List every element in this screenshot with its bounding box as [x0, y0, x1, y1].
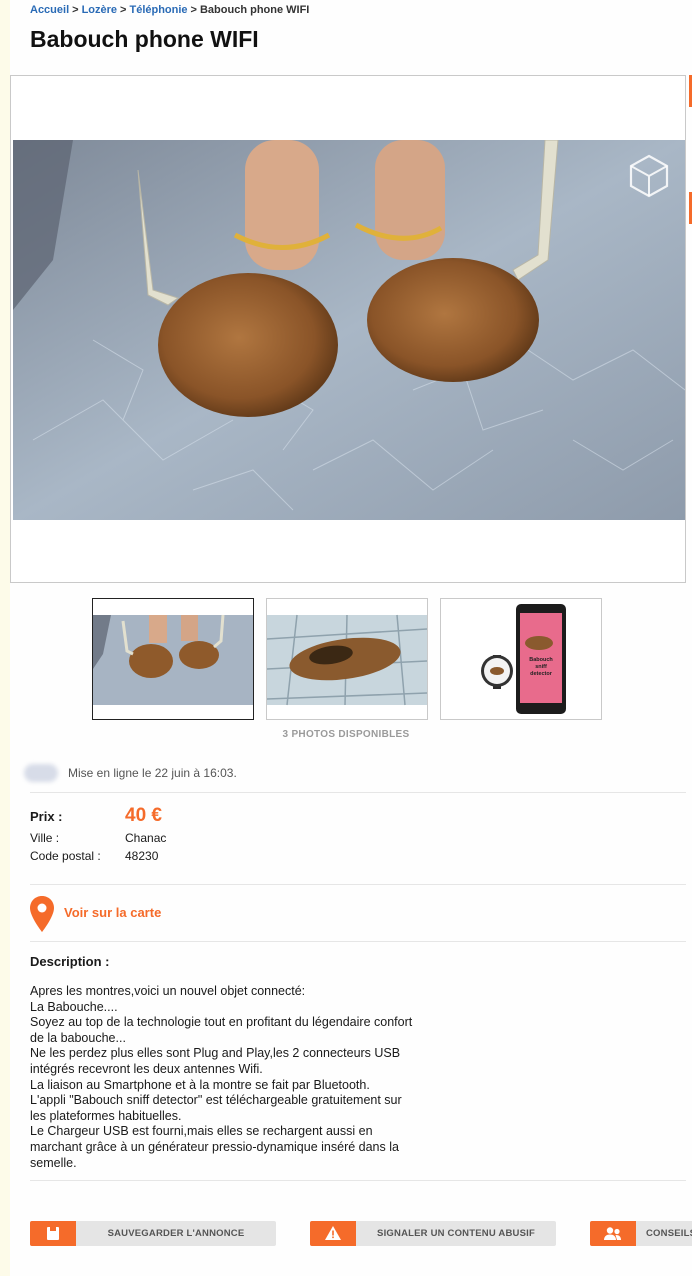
- description-line: L'appli "Babouch sniff detector" est tél…: [30, 1093, 402, 1108]
- description-line: semelle.: [30, 1155, 77, 1170]
- breadcrumb-link-region[interactable]: Lozère: [82, 4, 117, 16]
- breadcrumb-link-home[interactable]: Accueil: [30, 4, 69, 16]
- description-line: marchant grâce à un générateur pressio-d…: [30, 1139, 399, 1154]
- description-line: Le Chargeur USB est fourni,mais elles se…: [30, 1124, 373, 1139]
- price-value: 40 €: [125, 805, 162, 826]
- report-abuse-button[interactable]: SIGNALER UN CONTENU ABUSIF: [310, 1221, 556, 1246]
- thumbnail-3[interactable]: Babouch sniff detector: [440, 598, 602, 720]
- divider: [30, 1180, 686, 1181]
- description-body: Apres les montres,voici un nouvel objet …: [30, 984, 470, 1171]
- main-photo[interactable]: [13, 140, 685, 520]
- breadcrumb-separator: >: [120, 4, 127, 16]
- breadcrumb: Accueil > Lozère > Téléphonie > Babouch phone …: [30, 4, 309, 16]
- city-label: Ville :: [30, 831, 60, 845]
- description-line: Soyez au top de la technologie tout en p…: [30, 1015, 413, 1030]
- description-title: Description :: [30, 954, 110, 969]
- divider: [30, 941, 686, 942]
- breadcrumb-current: Babouch phone WIFI: [199, 4, 310, 16]
- svg-text:Babouch: Babouch: [529, 657, 553, 663]
- warning-icon: [325, 1226, 341, 1240]
- advice-label: CONSEILS: [646, 1228, 692, 1239]
- report-icon-box: [310, 1221, 356, 1246]
- thumbnail-strip: Babouch sniff detector: [92, 598, 602, 720]
- save-icon-box: [30, 1221, 76, 1246]
- postal-code-value: 48230: [125, 849, 159, 863]
- left-background-strip: [0, 0, 10, 1276]
- description-line: La Babouche....: [30, 999, 118, 1014]
- thumbnail-image: Babouch sniff detector: [441, 599, 601, 719]
- main-photo-viewer[interactable]: [10, 75, 686, 583]
- price-label: Prix :: [30, 809, 63, 824]
- description-line: La liaison au Smartphone et à la montre …: [30, 1077, 370, 1092]
- svg-text:sniff: sniff: [535, 664, 547, 670]
- svg-text:detector: detector: [530, 671, 553, 677]
- posted-date: Mise en ligne le 22 juin à 16:03.: [68, 766, 237, 780]
- breadcrumb-separator: >: [190, 4, 197, 16]
- avatar: [24, 764, 58, 782]
- thumbnail-1[interactable]: [92, 598, 254, 720]
- save-ad-label: SAUVEGARDER L'ANNONCE: [107, 1228, 245, 1239]
- description-line: les plateformes habituelles.: [30, 1108, 182, 1123]
- divider: [30, 792, 686, 793]
- description-line: Ne les perdez plus elles sont Plug and P…: [30, 1046, 401, 1061]
- photos-count: 3 PHOTOS DISPONIBLES: [282, 729, 410, 740]
- description-line: Apres les montres,voici un nouvel objet …: [30, 984, 306, 998]
- thumbnail-2[interactable]: [266, 598, 428, 720]
- thumbnail-image: [267, 599, 427, 719]
- save-ad-button[interactable]: SAUVEGARDER L'ANNONCE: [30, 1221, 276, 1246]
- users-icon: [604, 1227, 621, 1240]
- thumbnail-image: [93, 599, 253, 719]
- map-pin-icon: [30, 896, 54, 932]
- city-value: Chanac: [125, 831, 167, 845]
- page-title: Babouch phone WIFI: [30, 26, 259, 52]
- description-line: intégrés recevront les deux antennes Wif…: [30, 1061, 263, 1076]
- description-line: de la babouche...: [30, 1030, 126, 1045]
- postal-code-label: Code postal :: [30, 849, 101, 863]
- divider: [30, 884, 686, 885]
- breadcrumb-link-category[interactable]: Téléphonie: [129, 4, 187, 16]
- map-link[interactable]: Voir sur la carte: [30, 896, 161, 932]
- advice-icon-box: [590, 1221, 636, 1246]
- advice-button[interactable]: CONSEILS: [590, 1221, 692, 1246]
- leboncoin-watermark-icon: [629, 154, 669, 198]
- breadcrumb-separator: >: [72, 4, 79, 16]
- report-abuse-label: SIGNALER UN CONTENU ABUSIF: [377, 1228, 535, 1239]
- main-photo-image: [13, 140, 685, 520]
- map-link-label[interactable]: Voir sur la carte: [64, 905, 161, 920]
- floppy-disk-icon: [47, 1227, 59, 1240]
